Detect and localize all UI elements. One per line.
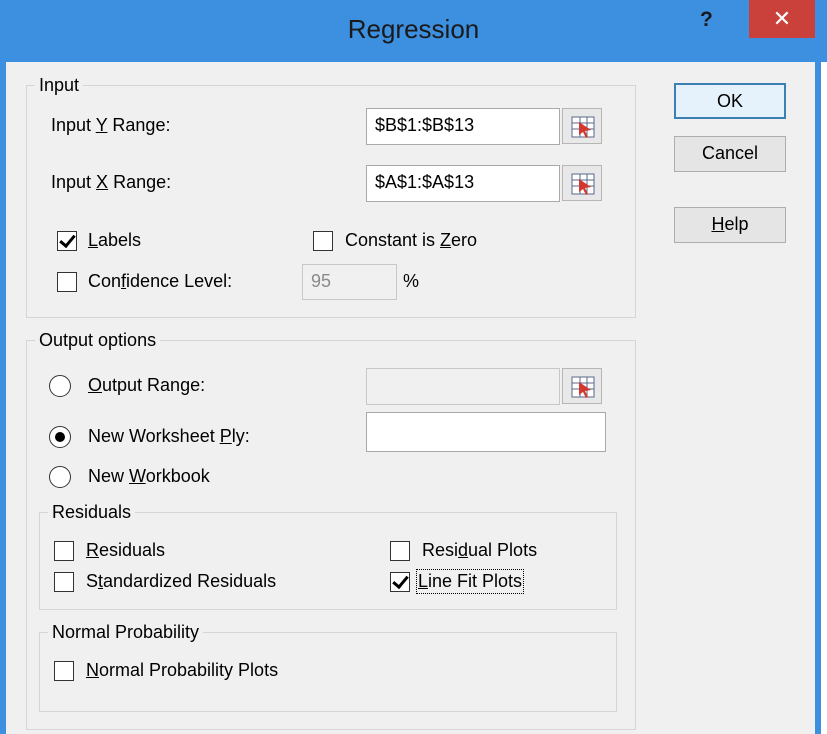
output-range-collapse-button[interactable]: [562, 368, 602, 404]
input-y-range-label: Input Y Range:: [51, 115, 171, 135]
help-button[interactable]: Help: [674, 207, 786, 243]
line-fit-plots-label: Line Fit Plots: [415, 569, 525, 594]
standardized-residuals-label: Standardized Residuals: [86, 571, 277, 591]
labels-label: Labels: [88, 230, 142, 250]
standardized-residuals-checkbox[interactable]: [54, 572, 74, 592]
percent-label: %: [403, 271, 420, 291]
output-range-field[interactable]: [366, 368, 560, 405]
normal-probability-group-label: Normal Probability: [52, 622, 200, 642]
range-select-icon: [571, 173, 595, 195]
output-options-label: Output options: [39, 330, 157, 350]
new-worksheet-ply-field[interactable]: [366, 412, 606, 452]
constant-is-zero-checkbox[interactable]: [313, 231, 333, 251]
normal-probability-plots-checkbox[interactable]: [54, 661, 74, 681]
input-group-label: Input: [39, 75, 80, 95]
confidence-level-field[interactable]: 95: [302, 264, 397, 300]
confidence-level-checkbox[interactable]: [57, 272, 77, 292]
new-workbook-label: New Workbook: [88, 466, 210, 486]
input-x-range-field[interactable]: $A$1:$A$13: [366, 165, 560, 202]
close-button[interactable]: ✕: [749, 0, 815, 38]
residuals-group-label: Residuals: [52, 502, 132, 522]
output-range-radio[interactable]: [49, 375, 71, 397]
help-icon[interactable]: ?: [700, 8, 713, 32]
dialog-body: Input Input Y Range: $B$1:$B$13 Input X …: [6, 62, 815, 734]
new-worksheet-ply-label: New Worksheet Ply:: [88, 426, 250, 446]
output-range-label: Output Range:: [88, 375, 206, 395]
title-bar: Regression ? ✕: [0, 0, 827, 62]
residual-plots-label: Residual Plots: [422, 540, 538, 560]
input-x-range-collapse-button[interactable]: [562, 165, 602, 201]
residuals-label: Residuals: [86, 540, 166, 560]
constant-is-zero-label: Constant is Zero: [345, 230, 478, 250]
range-select-icon: [571, 116, 595, 138]
cancel-button[interactable]: Cancel: [674, 136, 786, 172]
normal-probability-plots-label: Normal Probability Plots: [86, 660, 279, 680]
input-y-range-collapse-button[interactable]: [562, 108, 602, 144]
ok-button[interactable]: OK: [674, 83, 786, 119]
input-y-range-field[interactable]: $B$1:$B$13: [366, 108, 560, 145]
new-workbook-radio[interactable]: [49, 466, 71, 488]
residual-plots-checkbox[interactable]: [390, 541, 410, 561]
input-x-range-label: Input X Range:: [51, 172, 172, 192]
new-worksheet-ply-radio[interactable]: [49, 426, 71, 448]
labels-checkbox[interactable]: [57, 231, 77, 251]
line-fit-plots-checkbox[interactable]: [390, 572, 410, 592]
confidence-level-label: Confidence Level:: [88, 271, 233, 291]
residuals-checkbox[interactable]: [54, 541, 74, 561]
range-select-icon: [571, 376, 595, 398]
